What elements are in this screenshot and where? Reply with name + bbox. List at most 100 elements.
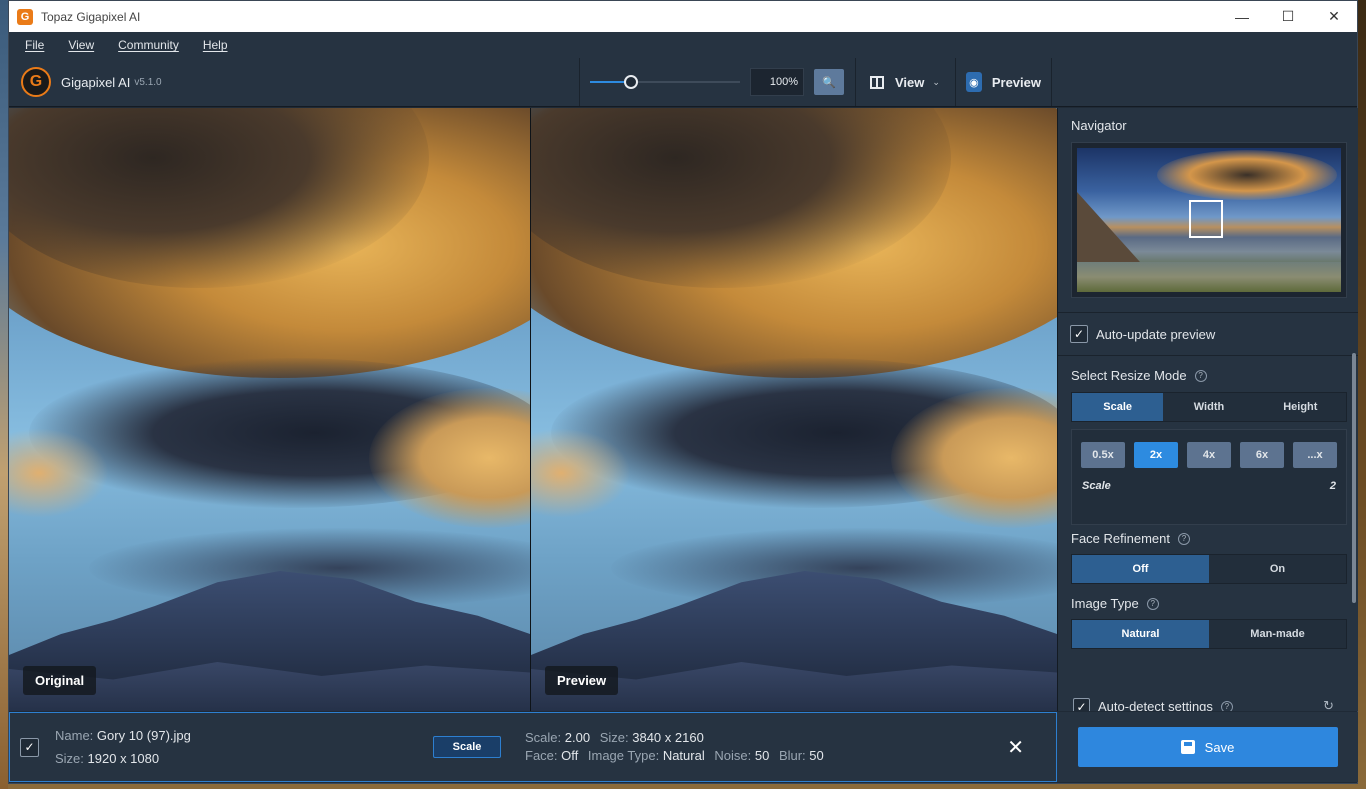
magnifier-icon: 🔍 (822, 76, 836, 89)
panel-scrollbar[interactable] (1352, 353, 1356, 603)
source-file-info: Name: Gory 10 (97).jpg Size: 1920 x 1080 (55, 724, 433, 770)
eye-icon: ◉ (966, 72, 982, 92)
chevron-down-icon: ⌄ (932, 76, 940, 87)
help-icon[interactable]: ? (1146, 597, 1159, 610)
navigator-thumbnail[interactable] (1071, 142, 1347, 298)
remove-file-icon[interactable]: ✕ (1007, 735, 1024, 760)
output-noise-value: 50 (754, 748, 770, 763)
auto-detect-checkbox[interactable]: ✓ (1073, 698, 1090, 711)
scale-options-box: 0.5x 2x 4x 6x ...x Scale 2 (1071, 429, 1347, 525)
menu-view[interactable]: View (56, 38, 106, 52)
output-blur-key: Blur: (778, 748, 806, 763)
scale-readout: Scale 2 (1081, 480, 1337, 492)
resize-mode-height[interactable]: Height (1255, 393, 1346, 421)
save-area: Save (1057, 712, 1358, 782)
original-pane[interactable]: Original (9, 108, 531, 711)
refresh-icon[interactable]: ↻ (1323, 698, 1334, 711)
close-window-button[interactable]: ✕ (1311, 1, 1357, 32)
face-refinement-on[interactable]: On (1209, 555, 1346, 583)
zoom-slider-thumb[interactable] (623, 75, 638, 89)
face-refinement-off[interactable]: Off (1072, 555, 1209, 583)
output-type-key: Image Type: (587, 748, 660, 763)
file-list-item[interactable]: ✓ Name: Gory 10 (97).jpg Size: 1920 x 10… (9, 712, 1057, 782)
help-icon[interactable]: ? (1194, 369, 1207, 382)
gigapixel-logo-icon: G (21, 67, 51, 97)
resize-mode-tag: Scale (433, 736, 501, 758)
output-scale-value: 2.00 (564, 730, 591, 745)
face-refinement-title: Face Refinement (1071, 531, 1170, 546)
navigator-image (1077, 148, 1341, 292)
scale-4x-button[interactable]: 4x (1187, 442, 1231, 468)
view-mode-button[interactable]: View ⌄ (856, 58, 956, 106)
file-select-checkbox[interactable]: ✓ (20, 737, 39, 757)
resize-mode-title: Select Resize Mode (1071, 368, 1187, 383)
preview-toggle-button[interactable]: ◉ Preview (956, 58, 1052, 106)
app-window: G Topaz Gigapixel AI — ☐ ✕ File View Com… (8, 0, 1358, 784)
app-name: Gigapixel AI (61, 74, 131, 90)
maximize-button[interactable]: ☐ (1265, 1, 1311, 32)
auto-detect-label: Auto-detect settings (1098, 699, 1213, 711)
help-icon[interactable]: ? (1220, 700, 1233, 711)
split-view-icon (870, 75, 884, 89)
file-size-key: Size: (55, 751, 84, 766)
navigator-section: Navigator (1058, 108, 1358, 298)
output-type-value: Natural (662, 748, 705, 763)
scale-6x-button[interactable]: 6x (1240, 442, 1284, 468)
scale-2x-button[interactable]: 2x (1134, 442, 1178, 468)
face-refinement-section: Face Refinement ? Off On (1058, 525, 1358, 584)
resize-mode-width[interactable]: Width (1163, 393, 1254, 421)
menu-community[interactable]: Community (106, 38, 191, 52)
desktop-background (0, 0, 8, 789)
face-refinement-selector: Off On (1071, 554, 1347, 584)
save-button-label: Save (1204, 739, 1235, 755)
resize-mode-selector: Scale Width Height (1071, 392, 1347, 422)
zoom-magnifier-button[interactable]: 🔍 (814, 69, 844, 95)
image-type-title: Image Type (1071, 596, 1139, 611)
output-size-key: Size: (599, 730, 629, 745)
output-face-key: Face: (525, 748, 558, 763)
scale-0.5x-button[interactable]: 0.5x (1081, 442, 1125, 468)
view-mode-label: View (895, 74, 925, 90)
title-bar: G Topaz Gigapixel AI — ☐ ✕ (9, 1, 1357, 32)
scale-custom-button[interactable]: ...x (1293, 442, 1337, 468)
preview-pane[interactable]: Preview (531, 108, 1057, 711)
output-settings-info: Scale: 2.00 Size: 3840 x 2160 Face: Off … (525, 729, 830, 765)
image-type-natural[interactable]: Natural (1072, 620, 1209, 648)
scale-readout-label: Scale (1082, 480, 1111, 492)
zoom-slider[interactable] (590, 75, 740, 89)
image-type-section: Image Type ? Natural Man-made (1058, 584, 1358, 649)
menu-file[interactable]: File (13, 38, 56, 52)
original-label: Original (23, 666, 97, 695)
resize-mode-scale[interactable]: Scale (1072, 393, 1164, 421)
scale-readout-value: 2 (1329, 480, 1336, 492)
zoom-controls: 100% 🔍 (579, 58, 856, 106)
file-size-value: 1920 x 1080 (87, 751, 160, 766)
window-controls: — ☐ ✕ (1219, 1, 1357, 32)
image-type-man-made[interactable]: Man-made (1209, 620, 1346, 648)
resize-mode-section: Select Resize Mode ? Scale Width Height … (1058, 356, 1358, 525)
file-name-value: Gory 10 (97).jpg (96, 728, 191, 743)
zoom-percent-field[interactable]: 100% (750, 68, 804, 96)
scale-presets: 0.5x 2x 4x 6x ...x (1081, 442, 1337, 468)
settings-panel: Navigator ✓ Auto-update preview Select R… (1057, 108, 1358, 711)
auto-detect-row: ✓ Auto-detect settings ? (1073, 698, 1233, 711)
auto-update-checkbox[interactable]: ✓ (1070, 325, 1088, 343)
auto-update-label: Auto-update preview (1096, 326, 1216, 342)
output-size-value: 3840 x 2160 (632, 730, 704, 745)
auto-update-row: ✓ Auto-update preview (1058, 313, 1358, 355)
image-type-selector: Natural Man-made (1071, 619, 1347, 649)
menu-bar: File View Community Help (9, 32, 1357, 58)
preview-label: Preview (545, 666, 619, 695)
save-button[interactable]: Save (1077, 727, 1338, 767)
menu-help[interactable]: Help (191, 38, 240, 52)
help-icon[interactable]: ? (1178, 532, 1190, 545)
window-title: Topaz Gigapixel AI (41, 9, 141, 24)
output-scale-key: Scale: (525, 730, 562, 745)
minimize-button[interactable]: — (1219, 1, 1265, 32)
app-logo-icon: G (17, 8, 33, 25)
navigator-viewport-rect[interactable] (1189, 200, 1223, 238)
output-blur-value: 50 (809, 748, 824, 763)
output-face-value: Off (561, 748, 579, 763)
output-noise-key: Noise: (714, 748, 752, 763)
brand: G Gigapixel AI v5.1.0 (9, 58, 579, 106)
